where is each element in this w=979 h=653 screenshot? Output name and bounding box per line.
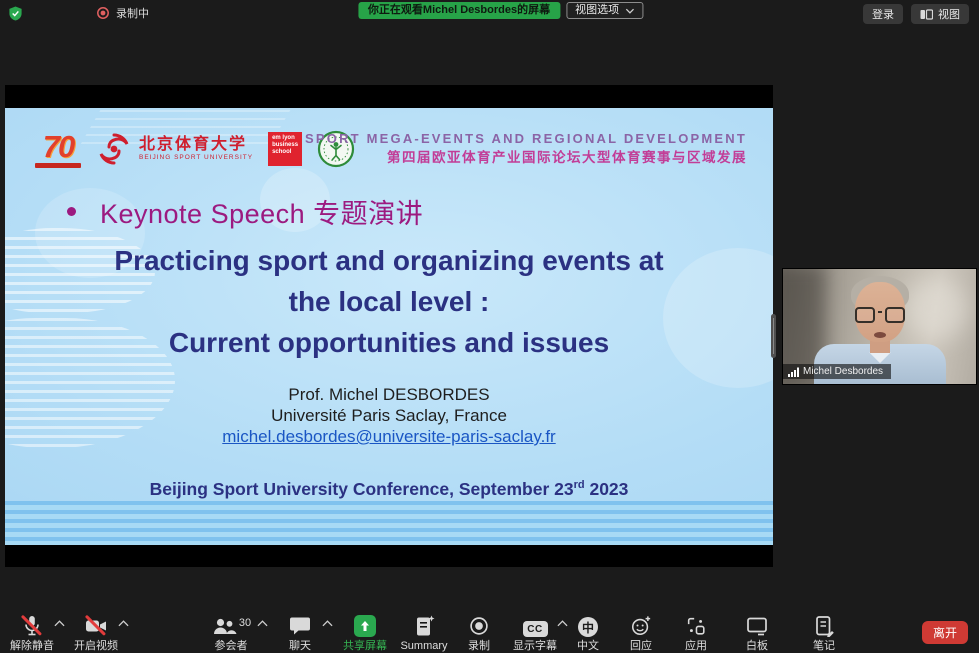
participants-icon [211,615,237,637]
notes-icon [812,615,836,637]
login-button[interactable]: 登录 [863,4,903,24]
chevron-up-icon[interactable] [322,620,333,627]
toolbar-unmute-button[interactable]: 解除静音 [0,615,64,652]
chevron-up-icon[interactable] [257,620,268,627]
toolbar-apps-button[interactable]: 应用 [664,615,728,652]
watching-screen-banner: 你正在观看Michel Desbordes的屏幕 [358,2,560,19]
anniversary-ribbon [35,163,81,168]
slide-title: Practicing sport and organizing events a… [5,240,773,363]
participant-name-label: Michel Desbordes [783,364,891,379]
panel-resize-handle[interactable] [771,314,776,358]
captions-icon: CC [523,621,548,637]
summary-doc-icon [412,615,436,637]
recording-indicator: 录制中 [96,5,149,21]
speaker-mouth [874,332,886,338]
keynote-label: Keynote Speech 专题演讲 [100,192,423,231]
slide-header: SPORT MEGA-EVENTS AND REGIONAL DEVELOPME… [305,132,747,165]
beijing-sport-university-logo: 北京体育大学 BEIJING SPORT UNIVERSITY [96,131,253,167]
toolbar-notes-button[interactable]: 笔记 [792,615,856,652]
audio-signal-icon [788,367,799,377]
whiteboard-icon [745,615,769,637]
toolbar-whiteboard-button[interactable]: 白板 [725,615,789,652]
header-english: SPORT MEGA-EVENTS AND REGIONAL DEVELOPME… [305,132,747,145]
toolbar-record-button[interactable]: 录制 [447,615,511,652]
record-icon [467,615,491,637]
emlyon-logo: em lyon business school [268,132,302,166]
apps-icon [684,615,708,637]
header-chinese: 第四届欧亚体育产业国际论坛大型体育赛事与区域发展 [305,151,747,165]
language-icon: 中 [578,617,598,637]
conference-line: Beijing Sport University Conference, Sep… [5,479,773,500]
reactions-icon [629,615,653,637]
top-bar: 录制中 你正在观看Michel Desbordes的屏幕 视图选项 登录 视图 [0,0,979,26]
share-screen-icon [354,615,376,637]
toolbar-start-video-button[interactable]: 开启视频 [64,615,128,652]
record-dot-icon [96,6,110,20]
security-shield-icon[interactable] [8,5,23,27]
anniversary-70-logo: 70 [35,131,81,168]
bsu-swirl-icon [96,131,132,167]
keynote-line: Keynote Speech 专题演讲 [67,192,423,231]
title-line-2: the local level : [5,281,773,322]
decor-stripe-band [5,501,773,545]
toolbar-share-screen-button[interactable]: 共享屏幕 [333,615,397,652]
shared-screen-stage: 70 北京体育大学 BEIJING SPORT UNIVERSITY em ly… [5,85,773,567]
participants-count: 30 [239,617,251,629]
chevron-down-icon [625,8,634,14]
title-line-1: Practicing sport and organizing events a… [5,240,773,281]
author-name: Prof. Michel DESBORDES [5,384,773,405]
speaker-glasses [855,307,905,323]
author-affiliation: Université Paris Saclay, France [5,405,773,426]
layout-view-icon [920,9,933,20]
author-block: Prof. Michel DESBORDES Université Paris … [5,384,773,447]
zoom-meeting-window: { "top_bar": { "recording_label": "录制中",… [0,0,979,653]
author-email-link: michel.desbordes@universite-paris-saclay… [5,426,773,447]
toolbar-chat-button[interactable]: 聊天 [268,615,332,652]
view-options-button[interactable]: 视图选项 [566,2,643,19]
chat-icon [288,615,312,637]
recording-label: 录制中 [116,5,149,21]
chevron-up-icon[interactable] [118,620,129,627]
title-line-3: Current opportunities and issues [5,322,773,363]
toolbar-participants-button[interactable]: 30 参会者 [195,615,267,652]
leave-meeting-button[interactable]: 离开 [922,621,968,644]
participant-video-tile[interactable]: Michel Desbordes [782,268,977,385]
view-button[interactable]: 视图 [911,4,969,24]
presentation-slide: 70 北京体育大学 BEIJING SPORT UNIVERSITY em ly… [5,108,773,545]
bullet-dot [67,207,76,216]
